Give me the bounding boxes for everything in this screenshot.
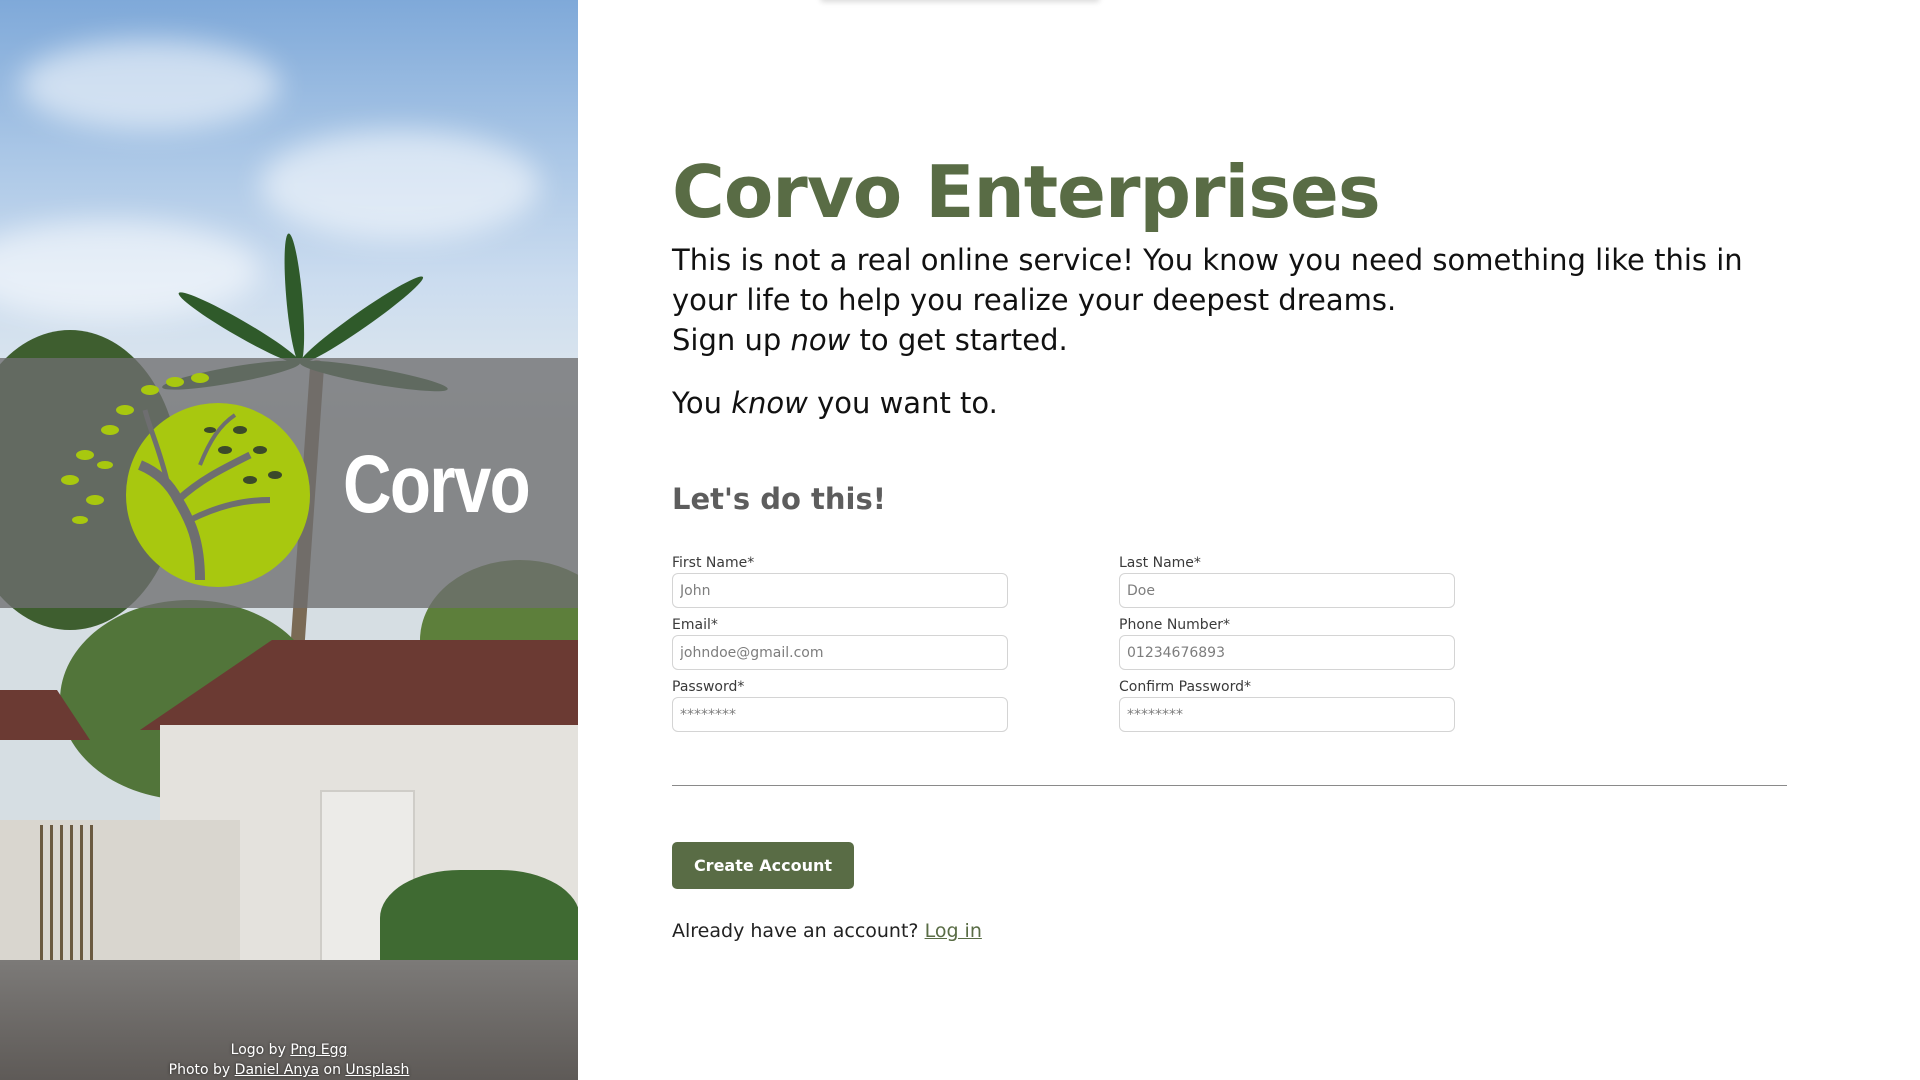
email-input[interactable] bbox=[672, 635, 1008, 670]
photo-credit-on: on bbox=[319, 1062, 346, 1078]
intro-cta-start: Sign up bbox=[672, 323, 791, 357]
confirm-password-input[interactable] bbox=[1119, 697, 1455, 732]
login-prompt: Already have an account? Log in bbox=[672, 920, 982, 942]
phone-field: Phone Number* bbox=[1119, 615, 1455, 670]
last-name-field: Last Name* bbox=[1119, 553, 1455, 608]
cloud bbox=[20, 40, 280, 130]
cloud bbox=[0, 220, 260, 320]
form-divider bbox=[672, 785, 1787, 786]
boundary-wall bbox=[0, 820, 240, 970]
first-name-label: First Name* bbox=[672, 555, 755, 571]
unsplash-link[interactable]: Unsplash bbox=[345, 1062, 409, 1078]
email-field: Email* bbox=[672, 615, 1008, 670]
create-account-button[interactable]: Create Account bbox=[672, 842, 854, 889]
palm-leaf bbox=[280, 232, 308, 364]
cloud bbox=[260, 130, 540, 240]
first-name-field: First Name* bbox=[672, 553, 1008, 608]
tagline-emphasis: know bbox=[731, 386, 808, 420]
password-field: Password* bbox=[672, 677, 1008, 732]
intro-cta-emphasis: now bbox=[790, 323, 851, 357]
tagline-start: You bbox=[672, 386, 732, 420]
logo-wordmark: Corvo bbox=[343, 439, 531, 530]
photo-credit-prefix: Photo by bbox=[168, 1062, 235, 1078]
logo-credit-prefix: Logo by bbox=[230, 1042, 291, 1058]
form-heading: Let's do this! bbox=[672, 482, 886, 516]
photographer-link[interactable]: Daniel Anya bbox=[235, 1062, 319, 1078]
confirm-password-field: Confirm Password* bbox=[1119, 677, 1455, 732]
last-name-input[interactable] bbox=[1119, 573, 1455, 608]
hero-panel: Corvo Logo by Png Egg Photo by Daniel An… bbox=[0, 0, 578, 1080]
password-input[interactable] bbox=[672, 697, 1008, 732]
tree-logo-icon bbox=[61, 373, 310, 587]
palm-leaf bbox=[295, 270, 428, 370]
intro-cta: Sign up now to get started. bbox=[672, 320, 1772, 360]
tagline-end: you want to. bbox=[807, 386, 998, 420]
photo-credits: Logo by Png Egg Photo by Daniel Anya on … bbox=[0, 1040, 578, 1080]
last-name-label: Last Name* bbox=[1119, 555, 1201, 571]
intro-paragraph: This is not a real online service! You k… bbox=[672, 243, 1743, 317]
phone-label: Phone Number* bbox=[1119, 617, 1231, 633]
password-label: Password* bbox=[672, 679, 745, 695]
intro-cta-end: to get started. bbox=[850, 323, 1068, 357]
first-name-input[interactable] bbox=[672, 573, 1008, 608]
email-label: Email* bbox=[672, 617, 718, 633]
photo-credit: Photo by Daniel Anya on Unsplash bbox=[0, 1060, 578, 1080]
login-prompt-text: Already have an account? bbox=[672, 920, 925, 942]
confirm-password-label: Confirm Password* bbox=[1119, 679, 1252, 695]
login-link[interactable]: Log in bbox=[925, 920, 982, 942]
tagline: You know you want to. bbox=[672, 386, 998, 420]
gate bbox=[40, 825, 96, 965]
png-egg-link[interactable]: Png Egg bbox=[290, 1042, 347, 1058]
logo-credit: Logo by Png Egg bbox=[0, 1040, 578, 1060]
phone-input[interactable] bbox=[1119, 635, 1455, 670]
page-title: Corvo Enterprises bbox=[672, 150, 1381, 234]
intro-text: This is not a real online service! You k… bbox=[672, 240, 1772, 360]
